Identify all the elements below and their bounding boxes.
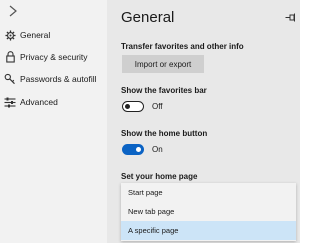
- home-button-toggle[interactable]: [122, 144, 144, 155]
- import-export-button[interactable]: Import or export: [122, 55, 204, 73]
- favorites-bar-label: Show the favorites bar: [121, 86, 207, 95]
- sidebar-item-passwords-autofill[interactable]: Passwords & autofill: [0, 68, 107, 90]
- page-title: General: [121, 9, 175, 26]
- sidebar: General Privacy & security Passwords & a…: [0, 0, 107, 243]
- home-button-label: Show the home button: [121, 129, 208, 138]
- chevron-right-icon[interactable]: [6, 3, 20, 19]
- transfer-label: Transfer favorites and other info: [121, 42, 244, 51]
- sliders-icon: [4, 96, 16, 108]
- home-page-option-specific[interactable]: A specific page: [121, 221, 296, 240]
- home-page-label: Set your home page: [121, 172, 198, 181]
- settings-panel: General Transfer favorites and other inf…: [107, 0, 300, 243]
- favorites-bar-state: Off: [152, 102, 163, 111]
- home-page-option-start[interactable]: Start page: [121, 183, 296, 202]
- sidebar-item-privacy-security[interactable]: Privacy & security: [0, 46, 107, 68]
- home-button-state: On: [152, 145, 163, 154]
- sidebar-item-label: Advanced: [20, 97, 58, 107]
- pin-icon[interactable]: [285, 13, 296, 22]
- home-page-option-new-tab[interactable]: New tab page: [121, 202, 296, 221]
- sidebar-item-general[interactable]: General: [0, 24, 107, 46]
- sidebar-item-label: Passwords & autofill: [20, 74, 97, 84]
- favorites-bar-toggle[interactable]: [122, 101, 144, 112]
- home-page-dropdown[interactable]: Start page New tab page A specific page: [121, 183, 296, 241]
- key-icon: [4, 73, 16, 85]
- lock-icon: [4, 51, 16, 63]
- sidebar-item-label: General: [20, 30, 51, 40]
- sidebar-item-advanced[interactable]: Advanced: [0, 91, 107, 113]
- gear-icon: [4, 29, 16, 41]
- sidebar-item-label: Privacy & security: [20, 52, 88, 62]
